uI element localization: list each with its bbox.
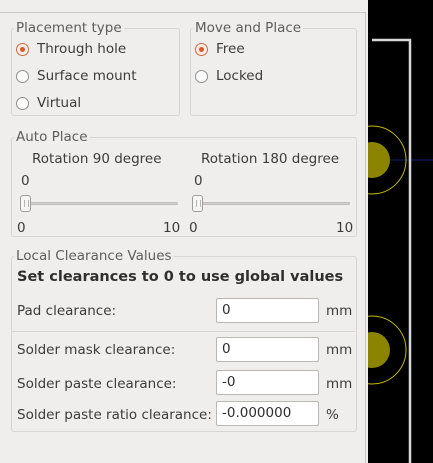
pad-1: [368, 142, 390, 178]
radio-virtual[interactable]: Virtual: [16, 93, 81, 113]
move-and-place-title: Move and Place: [193, 20, 304, 36]
rotation-90-label: Rotation 90 degree: [32, 151, 162, 167]
clearance-heading: Set clearances to 0 to use global values: [17, 269, 344, 285]
virtual-label: Virtual: [37, 95, 82, 111]
locked-label: Locked: [216, 68, 264, 84]
clearance-title: Local Clearance Values: [14, 248, 174, 264]
rotation-180-label: Rotation 180 degree: [201, 151, 340, 167]
through-hole-label: Through hole: [37, 41, 127, 57]
footprint-preview-drawing: [368, 38, 433, 463]
solder-mask-clearance-input[interactable]: 0: [216, 337, 319, 362]
rotation-90-min-label: 0: [17, 220, 26, 236]
rotation-180-max-label: 10: [336, 220, 354, 236]
free-radio-indicator[interactable]: [195, 42, 208, 56]
placement-type-title: Placement type: [14, 20, 124, 36]
virtual-radio-indicator[interactable]: [16, 96, 29, 110]
auto-place-title: Auto Place: [14, 129, 90, 145]
radio-locked[interactable]: Locked: [195, 66, 263, 86]
pad-clearance-unit: mm: [326, 303, 353, 319]
radio-through-hole[interactable]: Through hole: [16, 39, 126, 59]
rotation-180-slider-track[interactable]: [192, 202, 350, 205]
solder-paste-ratio-unit: %: [326, 407, 339, 423]
solder-paste-clearance-unit: mm: [326, 376, 353, 392]
rotation-180-min-label: 0: [189, 220, 198, 236]
rotation-90-slider-thumb[interactable]: [20, 195, 31, 212]
pad-clearance-input[interactable]: 0: [216, 298, 319, 323]
rotation-90-max-label: 10: [163, 220, 181, 236]
properties-panel: Placement type Through hole Surface moun…: [0, 0, 368, 463]
pad-2: [368, 332, 390, 368]
free-label: Free: [216, 41, 245, 57]
rotation-90-value: 0: [21, 173, 30, 189]
radio-free[interactable]: Free: [195, 39, 245, 59]
pad-clearance-label: Pad clearance:: [17, 303, 117, 319]
rotation-180-value: 0: [194, 173, 203, 189]
solder-paste-ratio-label: Solder paste ratio clearance:: [17, 407, 212, 423]
surface-mount-radio-indicator[interactable]: [16, 69, 29, 83]
surface-mount-label: Surface mount: [37, 68, 137, 84]
locked-radio-indicator[interactable]: [195, 69, 208, 83]
through-hole-radio-indicator[interactable]: [16, 42, 29, 56]
rotation-90-slider-track[interactable]: [20, 202, 178, 205]
clearance-separator: [11, 331, 355, 332]
courtyard-outline: [372, 38, 412, 463]
radio-surface-mount[interactable]: Surface mount: [16, 66, 137, 86]
solder-paste-clearance-input[interactable]: -0: [216, 370, 319, 395]
solder-paste-clearance-label: Solder paste clearance:: [17, 376, 177, 392]
rotation-180-slider-thumb[interactable]: [192, 195, 203, 212]
solder-mask-clearance-label: Solder mask clearance:: [17, 342, 176, 358]
solder-mask-clearance-unit: mm: [326, 342, 353, 358]
solder-paste-ratio-input[interactable]: -0.000000: [216, 401, 319, 426]
footprint-preview-canvas[interactable]: [368, 0, 433, 463]
